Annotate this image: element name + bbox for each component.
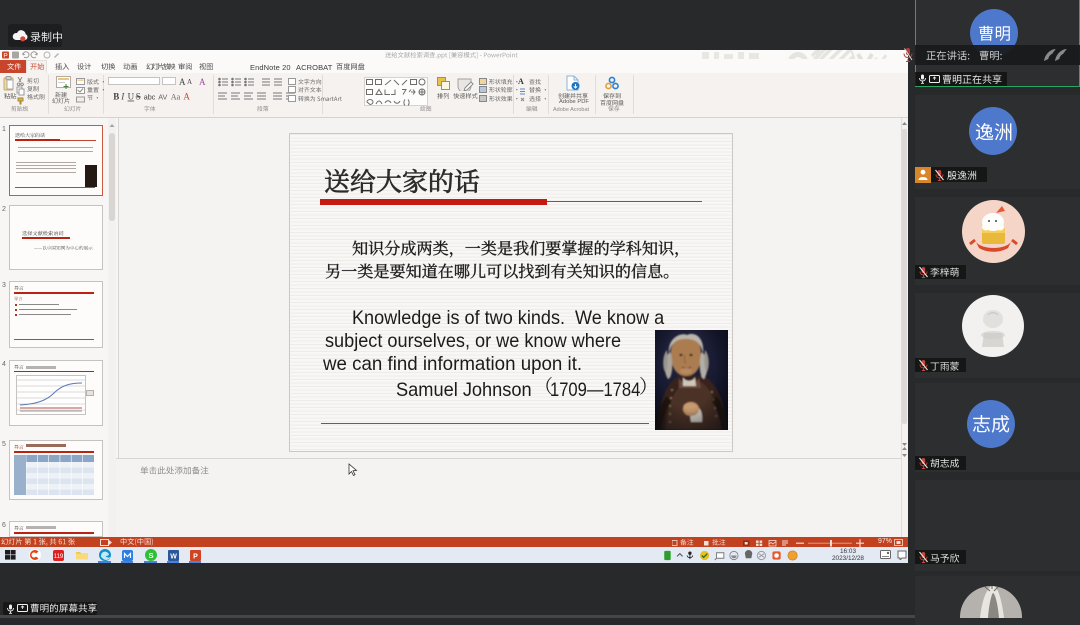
- svg-text:AV: AV: [158, 93, 167, 102]
- svg-text:B: B: [113, 92, 119, 102]
- svg-text:A: A: [179, 77, 186, 86]
- svg-text:A: A: [199, 77, 206, 86]
- svg-text:A: A: [187, 78, 192, 86]
- svg-text:U: U: [128, 92, 135, 102]
- svg-text:W: W: [170, 553, 177, 560]
- svg-text:119: 119: [54, 554, 64, 560]
- svg-text:P: P: [193, 553, 198, 560]
- svg-text:S: S: [136, 92, 141, 102]
- svg-text:I: I: [120, 92, 125, 102]
- svg-text:A: A: [518, 77, 524, 86]
- svg-text:A: A: [183, 92, 190, 102]
- svg-text:S: S: [148, 551, 153, 560]
- svg-text:abc: abc: [144, 93, 156, 102]
- svg-text:Aa: Aa: [171, 93, 181, 102]
